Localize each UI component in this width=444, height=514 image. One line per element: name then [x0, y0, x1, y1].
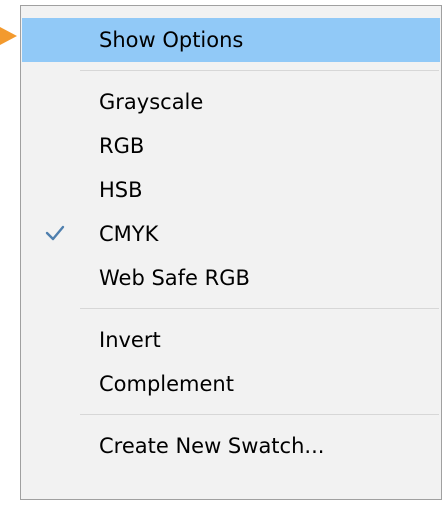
- menu-item-create-new-swatch[interactable]: Create New Swatch...: [22, 424, 440, 468]
- color-mode-context-menu: Show Options Grayscale RGB HSB CMYK Web …: [20, 5, 442, 500]
- menu-item-label: HSB: [99, 178, 143, 202]
- checkmark-icon: [44, 222, 66, 244]
- menu-item-label: Show Options: [99, 28, 244, 52]
- menu-item-grayscale[interactable]: Grayscale: [22, 80, 440, 124]
- menu-item-show-options[interactable]: Show Options: [22, 18, 440, 62]
- menu-separator: [80, 70, 439, 71]
- menu-item-cmyk[interactable]: CMYK: [22, 212, 440, 256]
- menu-item-invert[interactable]: Invert: [22, 318, 440, 362]
- menu-item-web-safe-rgb[interactable]: Web Safe RGB: [22, 256, 440, 300]
- menu-item-label: Invert: [99, 328, 161, 352]
- menu-item-label: CMYK: [99, 222, 159, 246]
- arrow-right-icon: [0, 27, 17, 45]
- menu-item-label: RGB: [99, 134, 145, 158]
- menu-item-label: Complement: [99, 372, 234, 396]
- menu-item-hsb[interactable]: HSB: [22, 168, 440, 212]
- menu-separator: [80, 414, 439, 415]
- menu-item-label: Create New Swatch...: [99, 434, 325, 458]
- menu-item-label: Grayscale: [99, 90, 204, 114]
- menu-item-complement[interactable]: Complement: [22, 362, 440, 406]
- menu-item-label: Web Safe RGB: [99, 266, 250, 290]
- menu-item-rgb[interactable]: RGB: [22, 124, 440, 168]
- menu-separator: [80, 308, 439, 309]
